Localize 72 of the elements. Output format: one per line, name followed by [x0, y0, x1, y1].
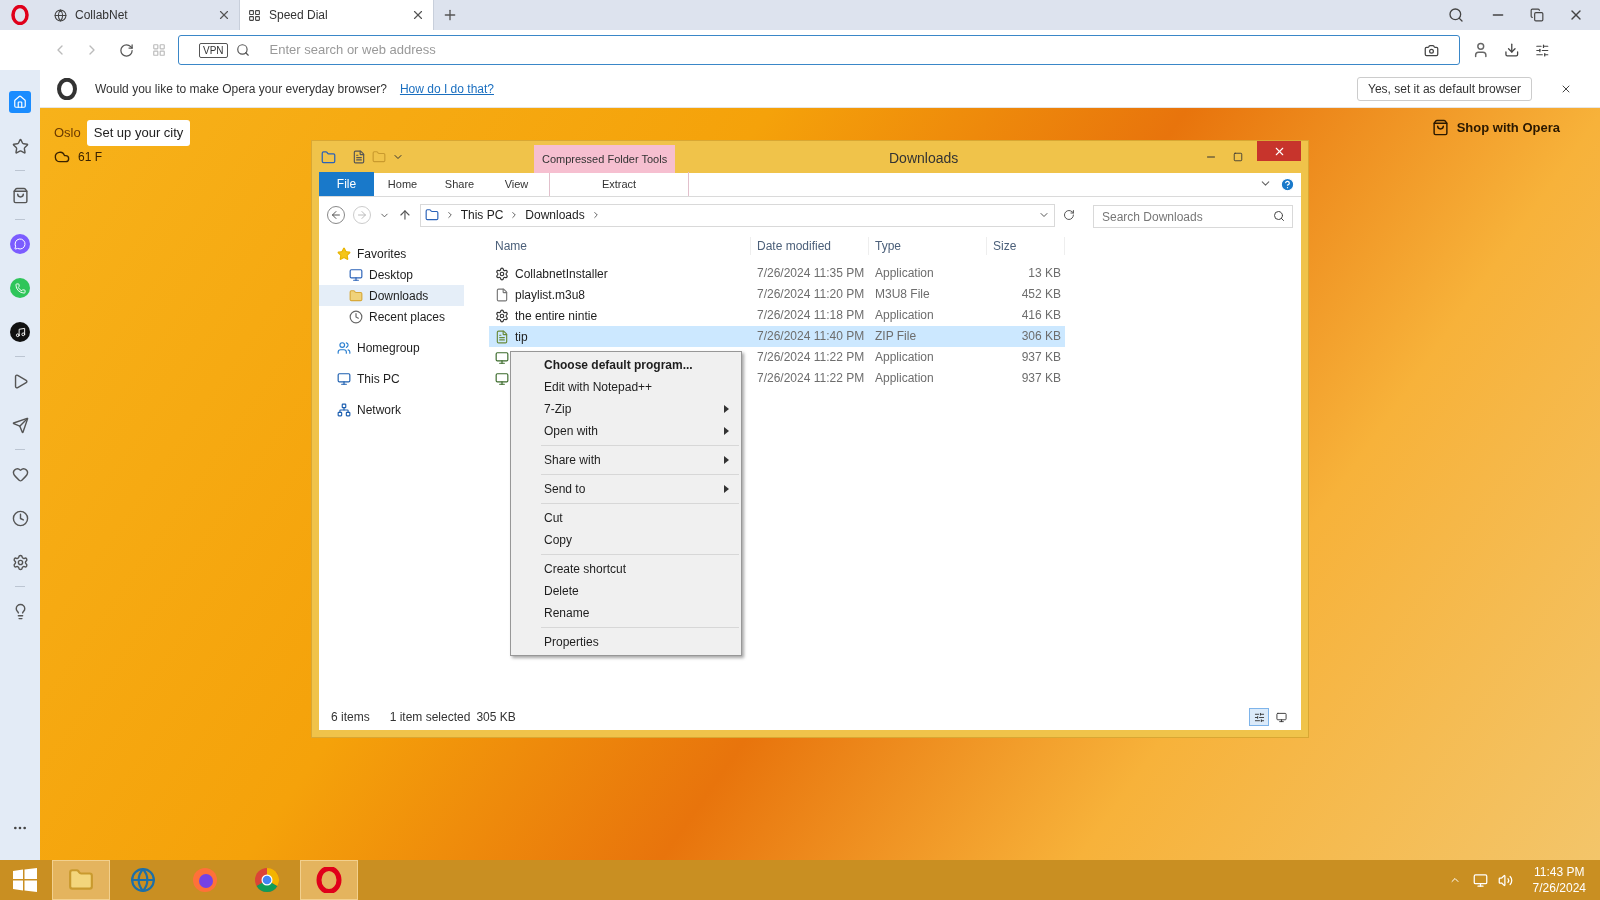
- nav-item[interactable]: Favorites: [319, 243, 489, 264]
- file-size: 937 KB: [1020, 370, 1062, 387]
- file-size: 13 KB: [1027, 265, 1062, 282]
- file-type: Application: [874, 370, 935, 387]
- file-type: M3U8 File: [874, 286, 931, 303]
- breadcrumb-item[interactable]: Downloads: [525, 206, 585, 224]
- menu-item[interactable]: Edit with Notepad++: [511, 376, 741, 398]
- menu-item[interactable]: Create shortcut: [511, 558, 741, 580]
- file-type: Application: [874, 265, 935, 282]
- file-size: 416 KB: [1020, 307, 1062, 324]
- clock-time: 11:43 PM: [1534, 864, 1585, 880]
- menu-item[interactable]: Cut: [511, 507, 741, 529]
- help-link[interactable]: How do I do that?: [399, 79, 494, 98]
- file-size: 306 KB: [987, 326, 1065, 347]
- column-header[interactable]: Size: [987, 237, 1065, 255]
- ribbon-tab[interactable]: Extract: [549, 172, 689, 196]
- column-header[interactable]: Type: [869, 237, 987, 255]
- file-date: 7/26/2024 11:20 PM: [756, 286, 866, 303]
- menu-item[interactable]: Choose default program...: [511, 354, 741, 376]
- column-header[interactable]: Date modified: [751, 237, 869, 255]
- file-size: 937 KB: [1020, 349, 1062, 366]
- file-size: 452 KB: [1020, 286, 1062, 303]
- prompt-message: Would you like to make Opera your everyday browser?: [95, 80, 387, 98]
- tooltip: Set up your city: [86, 120, 191, 146]
- menu-item[interactable]: Properties: [511, 631, 741, 653]
- file-date: 7/26/2024 11:40 PM: [751, 326, 869, 347]
- search-field[interactable]: Search Downloads: [1093, 205, 1293, 228]
- city-label[interactable]: Oslo: [54, 123, 81, 143]
- menu-item[interactable]: Rename: [511, 602, 741, 624]
- window-title: Downloads: [889, 149, 959, 168]
- browser-tab[interactable]: Speed Dial: [240, 0, 434, 30]
- nav-item[interactable]: Desktop: [319, 264, 489, 285]
- file-name: tip: [515, 328, 528, 346]
- file-date: 7/26/2024 11:22 PM: [756, 370, 866, 387]
- column-header[interactable]: Name: [489, 237, 751, 255]
- file-name: the entire nintie: [515, 307, 598, 325]
- breadcrumb-item[interactable]: This PC: [460, 206, 504, 224]
- menu-item[interactable]: Send to: [511, 478, 741, 500]
- menu-item[interactable]: Open with: [511, 420, 741, 442]
- context-tab-header: Compressed Folder Tools: [534, 145, 676, 173]
- file-type: Application: [874, 349, 935, 366]
- nav-item[interactable]: Homegroup: [319, 337, 489, 358]
- file-date: 7/26/2024 11:35 PM: [756, 265, 866, 282]
- ribbon-tab[interactable]: Share: [431, 172, 488, 196]
- nav-item[interactable]: Network: [319, 399, 489, 420]
- file-type: ZIP File: [869, 326, 987, 347]
- menu-item[interactable]: Share with: [511, 449, 741, 471]
- ribbon-tab[interactable]: View: [488, 172, 545, 196]
- nav-item[interactable]: Downloads: [319, 285, 464, 306]
- file-name: playlist.m3u8: [515, 286, 586, 304]
- address-input[interactable]: Enter search or web address: [269, 40, 1417, 60]
- file-date: 7/26/2024 11:22 PM: [756, 349, 866, 366]
- selection-count: 1 item selected: [389, 709, 471, 726]
- menu-item[interactable]: Copy: [511, 529, 741, 551]
- shop-button[interactable]: Shop with Opera: [1431, 118, 1560, 138]
- vpn-badge[interactable]: VPN: [199, 42, 228, 58]
- address-field[interactable]: This PC Downloads: [419, 203, 1056, 227]
- temperature: 61 F: [78, 148, 102, 166]
- nav-item[interactable]: This PC: [319, 368, 489, 389]
- address-field[interactable]: VPN Enter search or web address: [178, 35, 1461, 65]
- clock-date: 7/26/2024: [1532, 880, 1586, 896]
- ribbon-tab[interactable]: File: [319, 172, 374, 196]
- set-default-button[interactable]: Yes, set it as default browser: [1357, 76, 1532, 101]
- item-count: 6 items: [331, 709, 370, 726]
- menu-item[interactable]: 7-Zip: [511, 398, 741, 420]
- selection-size: 305 KB: [476, 709, 516, 726]
- menu-item[interactable]: Delete: [511, 580, 741, 602]
- ribbon-tab[interactable]: Home: [374, 172, 431, 196]
- nav-item[interactable]: Recent places: [319, 306, 489, 327]
- file-date: 7/26/2024 11:18 PM: [756, 307, 866, 324]
- file-type: Application: [874, 307, 935, 324]
- file-name: CollabnetInstaller: [515, 265, 608, 283]
